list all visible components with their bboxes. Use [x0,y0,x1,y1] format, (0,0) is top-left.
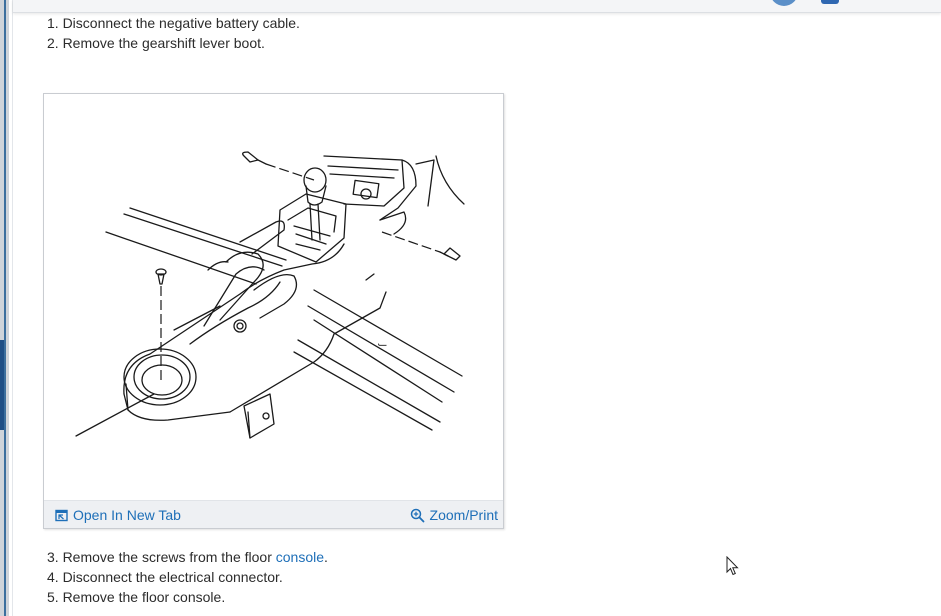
notification-icon[interactable] [821,0,839,4]
new-tab-icon [55,509,68,521]
reference-mark: J [377,343,387,347]
content-border [12,0,13,616]
step-3-punctuation: . [324,549,328,565]
zoom-icon [410,508,424,522]
step-3-text: 3. Remove the screws from the floor [47,549,276,565]
figure-action-bar: Open In New Tab Zoom/Print [44,500,503,528]
figure-card: J Open In New Tab Zoom/Print [43,93,504,529]
zoom-print-button[interactable]: Zoom/Print [410,506,498,524]
step-1: 1. Disconnect the negative battery cable… [47,15,300,31]
step-5: 5. Remove the floor console. [47,589,226,605]
page: 1. Disconnect the negative battery cable… [0,0,941,616]
open-in-new-tab-label: Open In New Tab [73,507,181,523]
left-panel-divider [4,0,6,616]
console-link[interactable]: console [276,549,324,565]
step-4: 4. Disconnect the electrical connector. [47,569,283,585]
floor-console-illustration: J [75,151,465,439]
open-in-new-tab-button[interactable]: Open In New Tab [55,506,181,524]
step-3: 3. Remove the screws from the floor cons… [47,547,328,567]
procedure-steps-after: 3. Remove the screws from the floor cons… [47,547,328,607]
scroll-thumb[interactable] [0,340,4,430]
top-toolbar [13,0,941,13]
zoom-print-label: Zoom/Print [429,507,498,523]
mouse-cursor-icon [726,556,739,576]
procedure-steps-before: 1. Disconnect the negative battery cable… [47,13,300,53]
step-2: 2. Remove the gearshift lever boot. [47,35,265,51]
left-panel-edge [0,0,9,616]
avatar[interactable] [770,0,798,6]
